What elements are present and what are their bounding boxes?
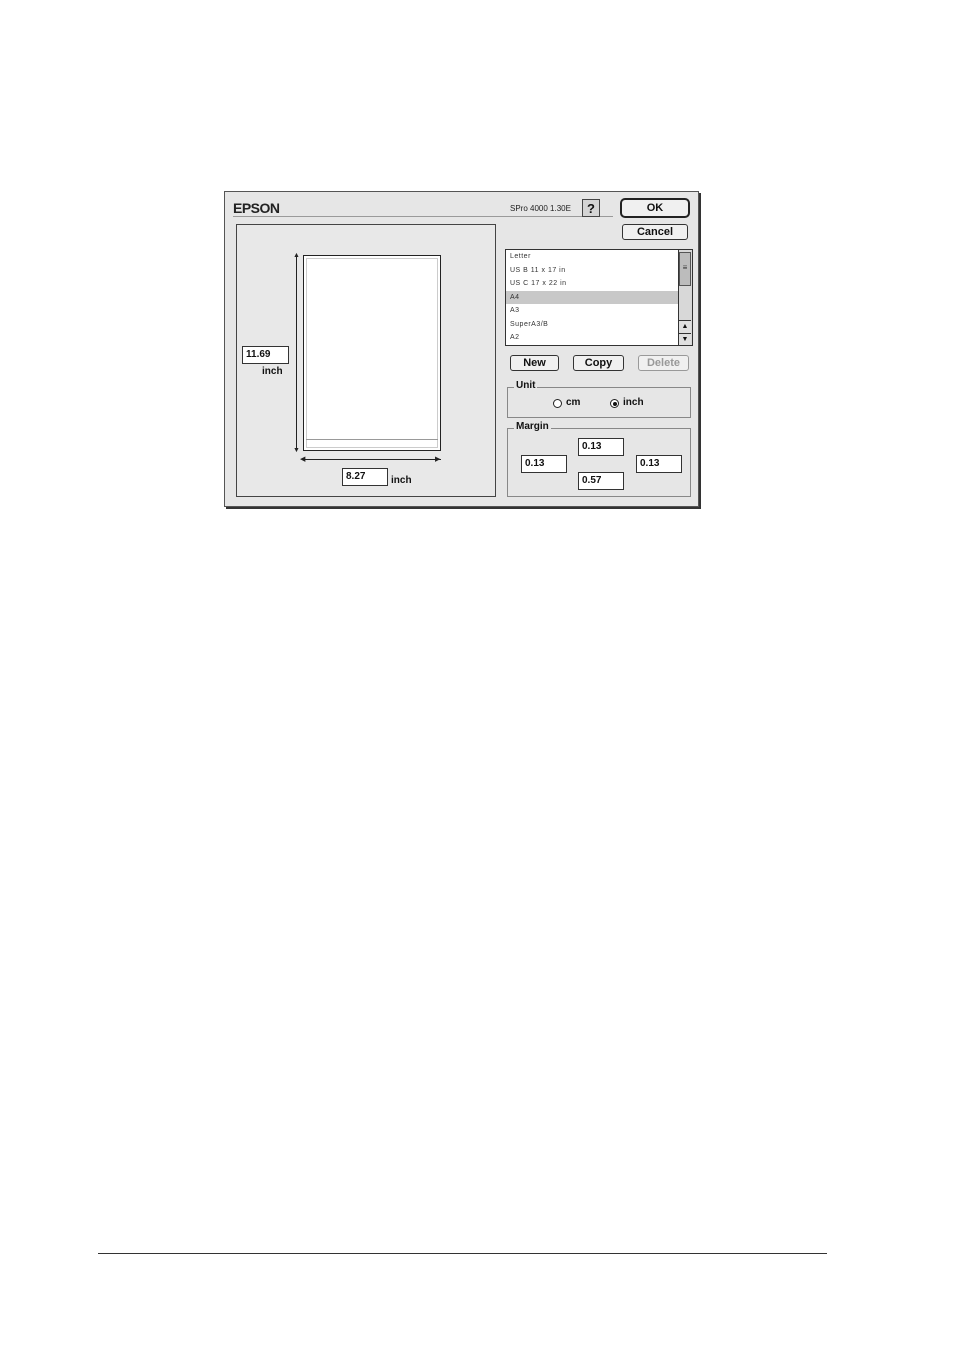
- model-version: SPro 4000 1.30E: [510, 204, 571, 213]
- copy-button[interactable]: Copy: [573, 355, 624, 371]
- paper-width-field[interactable]: 8.27: [342, 468, 388, 486]
- margin-group-title: Margin: [514, 421, 551, 432]
- margin-top-field[interactable]: 0.13: [578, 438, 624, 456]
- bottom-margin-line: [306, 439, 438, 440]
- unit-cm-label[interactable]: cm: [566, 397, 580, 408]
- margin-right-field[interactable]: 0.13: [636, 455, 682, 473]
- paper-sheet: [303, 255, 441, 451]
- list-item[interactable]: A2: [506, 331, 692, 345]
- printable-area: [306, 258, 438, 448]
- margin-bottom-field[interactable]: 0.57: [578, 472, 624, 490]
- cancel-button[interactable]: Cancel: [622, 224, 688, 240]
- help-icon[interactable]: ?: [582, 199, 600, 217]
- unit-group-title: Unit: [514, 380, 538, 391]
- list-item[interactable]: Letter: [506, 250, 692, 264]
- margin-group: Margin 0.13 0.13 0.13 0.57: [507, 421, 691, 497]
- scroll-up-icon[interactable]: ▲: [679, 320, 691, 333]
- list-scrollbar[interactable]: ≡ ▲ ▼: [678, 250, 692, 345]
- width-dimension-line: [303, 459, 441, 460]
- scroll-thumb[interactable]: ≡: [679, 252, 691, 286]
- unit-inch-label[interactable]: inch: [623, 397, 644, 408]
- unit-inch-radio[interactable]: [610, 399, 619, 408]
- new-button[interactable]: New: [510, 355, 559, 371]
- paper-size-dialog: EPSON SPro 4000 1.30E ? OK Cancel ▲ ▼ ◀ …: [224, 191, 699, 507]
- paper-size-list[interactable]: Letter US B 11 x 17 in US C 17 x 22 in A…: [505, 249, 693, 346]
- height-arrow-bottom-icon: ▼: [293, 447, 300, 454]
- page-footer-rule: [98, 1253, 827, 1254]
- scroll-down-icon[interactable]: ▼: [679, 333, 691, 345]
- list-item[interactable]: US B 11 x 17 in: [506, 264, 692, 278]
- delete-button: Delete: [638, 355, 689, 371]
- list-item[interactable]: SuperA3/B: [506, 318, 692, 332]
- height-dimension-line: [296, 255, 297, 451]
- epson-logo: EPSON: [233, 200, 280, 216]
- list-item[interactable]: US C 17 x 22 in: [506, 277, 692, 291]
- width-arrow-right-icon: ▶: [435, 456, 441, 463]
- unit-cm-radio[interactable]: [553, 399, 562, 408]
- paper-preview: ▲ ▼ ◀ ▶ 11.69 inch 8.27 inch: [236, 224, 496, 497]
- title-divider: [233, 216, 613, 217]
- list-item-selected[interactable]: A4: [506, 290, 692, 304]
- list-item[interactable]: A3: [506, 304, 692, 318]
- ok-button[interactable]: OK: [620, 198, 690, 218]
- margin-left-field[interactable]: 0.13: [521, 455, 567, 473]
- paper-height-field[interactable]: 11.69: [242, 346, 289, 364]
- height-unit-label: inch: [262, 366, 283, 377]
- unit-group: Unit cm inch: [507, 380, 691, 418]
- width-unit-label: inch: [391, 475, 412, 486]
